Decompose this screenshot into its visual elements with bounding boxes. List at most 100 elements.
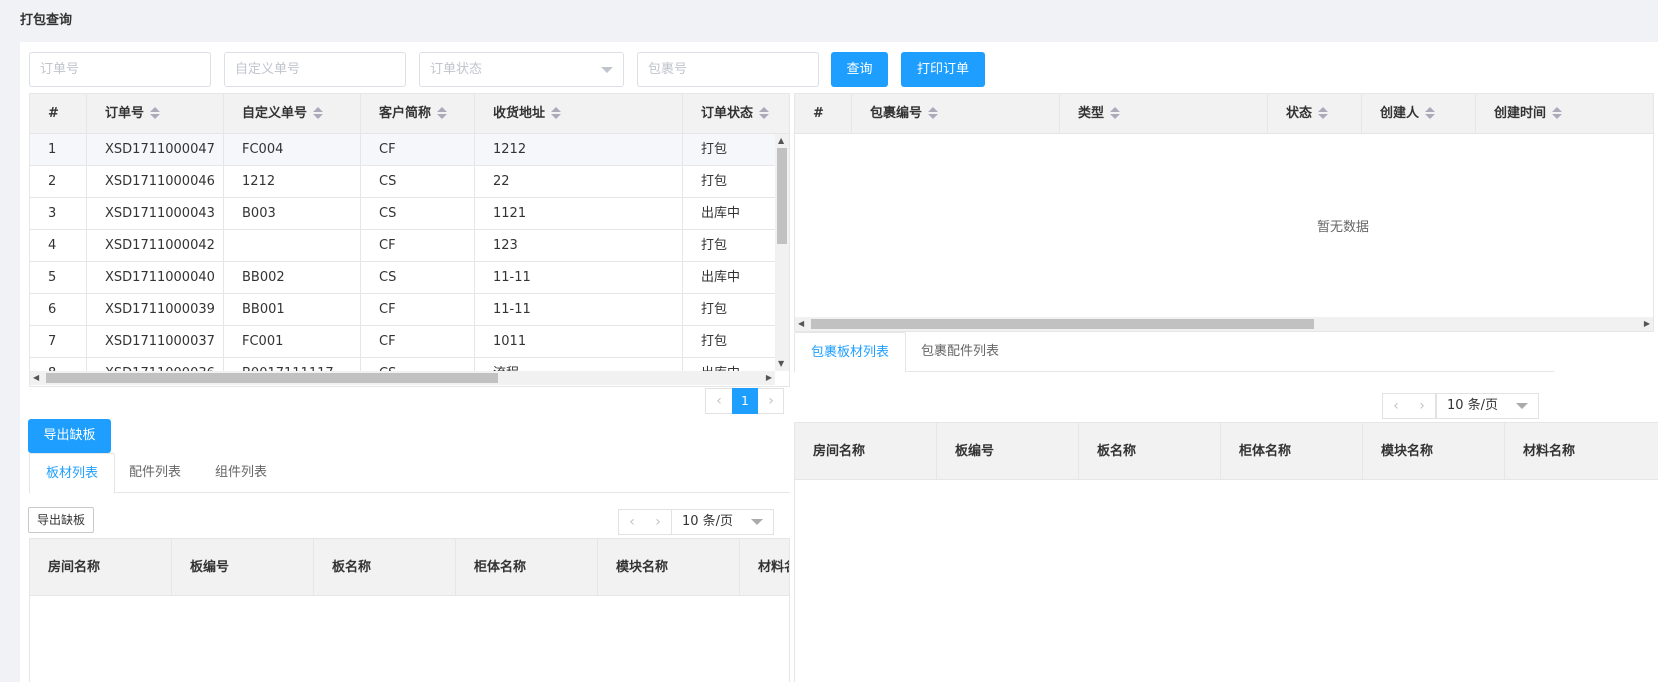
package-page-size-select[interactable]: 10 条/页 [1436, 393, 1539, 419]
scroll-down-icon[interactable]: ▼ [778, 357, 784, 371]
package-horizontal-thumb[interactable] [811, 319, 1314, 329]
column-header-label: # [813, 106, 824, 121]
boards-pager: ‹ › [618, 509, 672, 535]
current-page[interactable]: 1 [732, 388, 758, 414]
orders-horizontal-scrollbar[interactable]: ◀ ▶ [30, 371, 775, 385]
page-title: 打包查询 [20, 13, 73, 28]
next-page-icon[interactable]: › [645, 510, 671, 534]
tab-package-boards[interactable]: 包裹板材列表 [794, 332, 907, 373]
column-header-label: 包裹编号 [870, 106, 923, 121]
chevron-down-icon [1516, 403, 1528, 409]
tab-components[interactable]: 组件列表 [199, 453, 283, 493]
chevron-down-icon [751, 519, 763, 525]
sort-icon[interactable] [1318, 106, 1329, 119]
table-cell: CF [361, 294, 475, 326]
table-cell: 8 [30, 358, 87, 371]
tab-package-fittings[interactable]: 包裹配件列表 [905, 332, 1015, 372]
table-cell: 出库中 [683, 262, 777, 294]
column-header-label: 状态 [1286, 106, 1313, 121]
orders-table-body: 1 XSD1711000047 FC004 CF 1212 打包 2 XSD171100004… [30, 94, 777, 371]
table-row[interactable]: 3 XSD1711000043 B003 CS 1121 出库中 [30, 198, 777, 230]
page-size-label: 10 条/页 [682, 514, 734, 529]
column-header[interactable]: 包裹编号 [852, 94, 1060, 134]
query-button[interactable]: 查询 [831, 52, 888, 87]
column-header-label: 类型 [1078, 106, 1105, 121]
sort-icon[interactable] [1110, 106, 1121, 119]
table-cell: 22 [475, 166, 683, 198]
column-header: 房间名称 [30, 539, 172, 596]
next-page-icon[interactable]: › [758, 389, 784, 413]
main-panel: 订单状态 查询 打印订单 #订单号自定义单号客户简称收货地址订单状态 1XSD1… [20, 42, 1658, 682]
table-row[interactable]: 2 XSD1711000046 1212 CS 22 打包 [30, 166, 777, 198]
column-header-label: 板编号 [955, 444, 995, 459]
table-cell: 1212 [224, 166, 361, 198]
scroll-left-icon[interactable]: ◀ [798, 317, 804, 331]
table-cell: CF [361, 134, 475, 166]
next-page-icon[interactable]: › [1409, 394, 1435, 418]
column-header: 柜体名称 [456, 539, 598, 596]
column-header[interactable]: 状态 [1268, 94, 1362, 134]
table-cell: 1 [30, 134, 87, 166]
column-header[interactable]: 类型 [1060, 94, 1268, 134]
table-cell: B003 [224, 198, 361, 230]
package-table: # 包裹编号 类型 状态 创建人 创建时间 暂无数据 ◀ ▶ [794, 93, 1654, 332]
print-order-button[interactable]: 打印订单 [901, 52, 985, 87]
column-header-label: 创建人 [1380, 106, 1420, 121]
prev-page-icon[interactable]: ‹ [619, 510, 645, 534]
table-cell: 打包 [683, 166, 777, 198]
prev-page-icon[interactable]: ‹ [1383, 394, 1409, 418]
column-header-label: 模块名称 [616, 560, 669, 575]
orders-vertical-thumb[interactable] [777, 148, 787, 244]
column-header[interactable]: 创建时间 [1476, 94, 1653, 134]
column-header: 材料名称 [1505, 423, 1658, 480]
table-cell: 出库中 [683, 198, 777, 230]
order-status-select[interactable]: 订单状态 [419, 52, 624, 87]
table-cell: 2 [30, 166, 87, 198]
scroll-right-icon[interactable]: ▶ [766, 371, 772, 385]
table-cell: CS [361, 262, 475, 294]
column-header-label: 材料名称 [758, 560, 789, 575]
table-cell: XSD1711000047 [87, 134, 224, 166]
sort-icon[interactable] [928, 106, 939, 119]
table-cell: CF [361, 326, 475, 358]
tab-boards[interactable]: 板材列表 [29, 453, 116, 494]
column-header: 模块名称 [598, 539, 740, 596]
table-cell: 123 [475, 230, 683, 262]
tab-fittings[interactable]: 配件列表 [113, 453, 197, 493]
table-row[interactable]: 7 XSD1711000037 FC001 CF 1011 打包 [30, 326, 777, 358]
table-cell: 流程 [475, 358, 683, 371]
table-row[interactable]: 5 XSD1711000040 BB002 CS 11-11 出库中 [30, 262, 777, 294]
bottom-tabs: 板材列表 配件列表 组件列表 [29, 453, 790, 494]
package-no-input[interactable] [637, 52, 819, 87]
table-row[interactable]: 8XSD1711000036B0017111117CS流程出库中 [30, 358, 777, 371]
chevron-down-icon [601, 67, 613, 73]
column-header-label: 柜体名称 [474, 560, 527, 575]
prev-page-icon[interactable]: ‹ [706, 389, 732, 413]
custom-no-input[interactable] [224, 52, 406, 87]
table-cell: CF [361, 230, 475, 262]
export-shortage-button[interactable]: 导出缺板 [28, 419, 111, 453]
scroll-left-icon[interactable]: ◀ [33, 371, 39, 385]
table-cell: 打包 [683, 230, 777, 262]
orders-vertical-scrollbar[interactable]: ▲ ▼ [775, 134, 789, 371]
sort-icon[interactable] [1425, 106, 1436, 119]
export-shortage-small-button[interactable]: 导出缺板 [28, 507, 95, 533]
table-row[interactable]: 1 XSD1711000047 FC004 CF 1212 打包 [30, 134, 777, 166]
orders-horizontal-thumb[interactable] [46, 373, 498, 383]
sort-icon[interactable] [1552, 106, 1563, 119]
column-header: 板名称 [1079, 423, 1221, 480]
column-header[interactable]: # [795, 94, 852, 134]
column-header[interactable]: 创建人 [1362, 94, 1476, 134]
table-cell: 1212 [475, 134, 683, 166]
order-no-input[interactable] [29, 52, 211, 87]
table-row[interactable]: 6 XSD1711000039 BB001 CF 11-11 打包 [30, 294, 777, 326]
package-pager: ‹ › [1382, 393, 1436, 419]
package-horizontal-scrollbar[interactable]: ◀ ▶ [795, 317, 1653, 331]
table-cell: FC004 [224, 134, 361, 166]
table-row[interactable]: 4 XSD1711000042 CF 123 打包 [30, 230, 777, 262]
boards-page-size-select[interactable]: 10 条/页 [671, 509, 774, 535]
scroll-right-icon[interactable]: ▶ [1644, 317, 1650, 331]
scroll-up-icon[interactable]: ▲ [778, 134, 784, 148]
table-cell [224, 230, 361, 262]
package-table-header: # 包裹编号 类型 状态 创建人 创建时间 [795, 94, 1653, 134]
